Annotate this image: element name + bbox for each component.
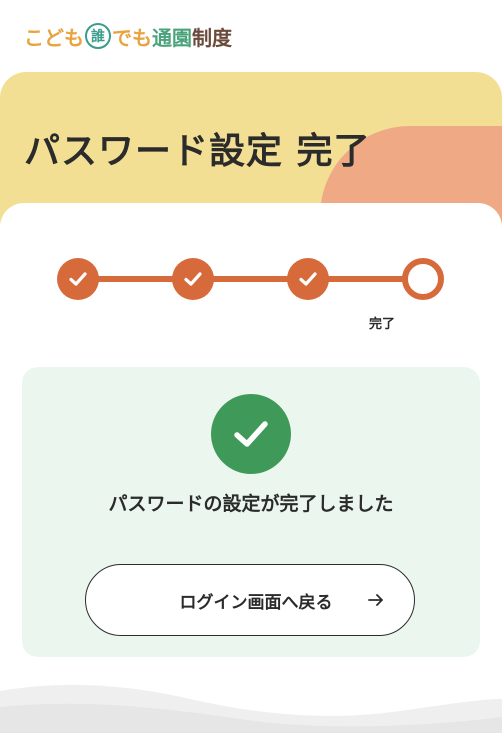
logo-text-seido: 制度 bbox=[192, 25, 232, 50]
step-1-completed bbox=[57, 258, 99, 300]
back-to-login-button[interactable]: ログイン画面へ戻る bbox=[85, 564, 415, 636]
logo-text-demo: でも bbox=[112, 25, 152, 50]
check-icon bbox=[234, 421, 268, 447]
step-2-completed bbox=[172, 258, 214, 300]
success-check-icon bbox=[211, 394, 291, 474]
back-to-login-label: ログイン画面へ戻る bbox=[179, 592, 333, 613]
check-icon bbox=[184, 272, 202, 286]
step-4-current bbox=[402, 258, 444, 300]
check-icon bbox=[69, 272, 87, 286]
site-header: こども 誰 でも 通園 制度 bbox=[0, 0, 502, 72]
main-content: 完了 パスワードの設定が完了しました ログイン画面へ戻る bbox=[0, 203, 502, 733]
logo-badge-dare: 誰 bbox=[85, 23, 111, 49]
check-icon bbox=[299, 272, 317, 286]
logo-text-kodomo: こども bbox=[24, 25, 84, 50]
progress-stepper bbox=[57, 258, 445, 300]
stepper-line bbox=[77, 276, 423, 282]
step-3-completed bbox=[287, 258, 329, 300]
page-title: パスワード設定 完了 bbox=[24, 131, 371, 172]
service-logo[interactable]: こども 誰 でも 通園 制度 bbox=[24, 21, 232, 51]
success-panel: パスワードの設定が完了しました ログイン画面へ戻る bbox=[22, 367, 480, 657]
arrow-right-icon bbox=[368, 594, 383, 606]
step-4-label: 完了 bbox=[368, 317, 395, 332]
completion-message: パスワードの設定が完了しました bbox=[108, 493, 394, 515]
footer-wave-decoration bbox=[0, 684, 502, 733]
logo-text-tsuen: 通園 bbox=[152, 25, 192, 50]
